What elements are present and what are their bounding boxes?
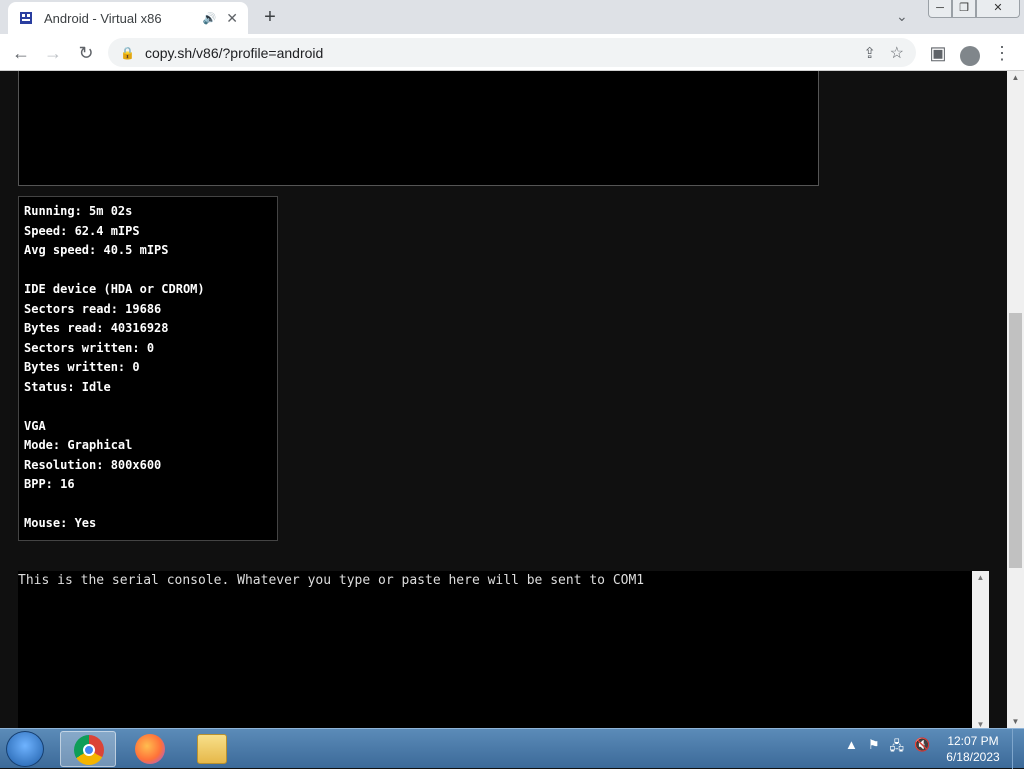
tab-close-icon[interactable]: ✕ — [226, 10, 238, 27]
tab-search-chevron-icon[interactable]: ⌄ — [896, 8, 908, 25]
file-explorer-icon — [197, 734, 227, 764]
v86-favicon-icon — [20, 12, 32, 24]
bookmark-star-icon[interactable]: ☆ — [890, 43, 904, 63]
stat-sectors-read: Sectors read: 19686 — [24, 301, 162, 316]
stat-mouse: Mouse: Yes — [24, 516, 97, 530]
stat-bytes-read: Bytes read: 40316928 — [24, 321, 169, 335]
ide-header: IDE device (HDA or CDROM) — [24, 282, 205, 296]
close-window-button[interactable]: ✕ — [976, 0, 1020, 18]
taskbar-firefox-button[interactable] — [122, 731, 178, 767]
stat-speed: Speed: 62.4 mIPS — [24, 223, 140, 238]
stat-running: Running: 5m 02s — [24, 204, 133, 218]
new-tab-button[interactable]: + — [258, 6, 282, 30]
side-panel-icon[interactable]: ▣ — [925, 40, 951, 66]
console-scrollbar[interactable]: ▲ ▼ — [972, 571, 989, 731]
url-text[interactable]: copy.sh/v86/?profile=android — [145, 45, 323, 61]
network-icon[interactable]: 🖧 — [890, 737, 905, 759]
share-icon[interactable]: ⇪ — [863, 44, 876, 62]
tab-title: Android - Virtual x86 — [44, 10, 162, 26]
scrollbar-thumb[interactable] — [1009, 313, 1022, 568]
system-tray: ▲ ⚑ 🖧 🔇 — [845, 737, 930, 759]
back-arrow-icon[interactable]: ← — [8, 40, 34, 66]
stat-resolution: Resolution: 800x600 — [24, 457, 162, 472]
clock-time: 12:07 PM — [947, 734, 999, 748]
stat-bpp: BPP: 16 — [24, 477, 75, 491]
stat-status: Status: Idle — [24, 379, 111, 394]
show-hidden-icons-icon[interactable]: ▲ — [845, 737, 858, 759]
stat-avg-speed: Avg speed: 40.5 mIPS — [24, 243, 169, 257]
taskbar-chrome-button[interactable] — [60, 731, 116, 767]
taskbar: ▲ ⚑ 🖧 🔇 12:07 PM 6/18/2023 — [0, 728, 1024, 769]
chrome-icon — [74, 735, 104, 765]
taskbar-explorer-button[interactable] — [184, 731, 240, 767]
system-clock[interactable]: 12:07 PM 6/18/2023 — [940, 733, 1006, 765]
action-center-flag-icon[interactable]: ⚑ — [868, 737, 880, 759]
serial-console-textarea[interactable]: This is the serial console. Whatever you… — [18, 571, 972, 731]
speaker-icon[interactable]: 🔊 — [203, 12, 217, 25]
minimize-button[interactable]: ─ — [928, 0, 952, 18]
firefox-icon — [135, 734, 165, 764]
tab-active[interactable]: Android - Virtual x86 🔊 ✕ — [8, 2, 248, 34]
emulator-stats-panel: Running: 5m 02s Speed: 62.4 mIPS Avg spe… — [18, 196, 278, 541]
stat-mode: Mode: Graphical — [24, 438, 133, 452]
forward-arrow-icon[interactable]: → — [40, 40, 66, 66]
reload-icon[interactable]: ↻ — [73, 40, 99, 66]
clock-date: 6/18/2023 — [946, 750, 1000, 764]
lock-icon[interactable]: 🔒 — [120, 46, 135, 60]
start-button[interactable] — [6, 731, 44, 767]
menu-kebab-icon[interactable]: ⋮ — [989, 40, 1015, 66]
vga-header: VGA — [24, 418, 46, 433]
volume-muted-icon[interactable]: 🔇 — [914, 737, 930, 759]
stat-sectors-written: Sectors written: 0 — [24, 340, 155, 355]
vga-screen[interactable] — [18, 71, 819, 186]
scroll-down-icon[interactable]: ▼ — [1007, 717, 1024, 726]
show-desktop-button[interactable] — [1012, 729, 1024, 769]
stat-bytes-written: Bytes written: 0 — [24, 360, 140, 374]
browser-toolbar: ← → ↻ 🔒 copy.sh/v86/?profile=android ⇪ ☆… — [0, 34, 1024, 71]
page-scrollbar[interactable]: ▲ ▼ — [1007, 71, 1024, 728]
address-bar[interactable]: 🔒 copy.sh/v86/?profile=android ⇪ ☆ — [108, 38, 916, 67]
scroll-up-icon[interactable]: ▲ — [972, 573, 989, 582]
scroll-up-icon[interactable]: ▲ — [1007, 73, 1024, 82]
restore-button[interactable]: ❐ — [952, 0, 976, 18]
profile-avatar-icon[interactable] — [957, 40, 983, 66]
browser-chrome: Android - Virtual x86 🔊 ✕ + ⌄ ─ ❐ ✕ ← → … — [0, 0, 1024, 71]
